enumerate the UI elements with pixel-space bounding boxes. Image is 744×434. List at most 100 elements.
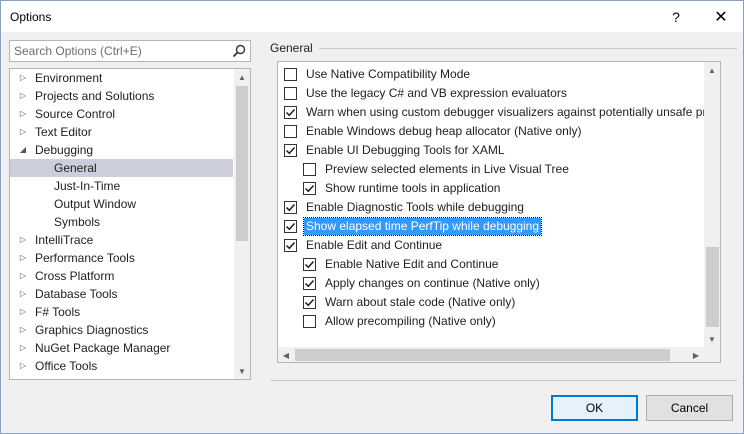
checkbox-checked[interactable] bbox=[303, 182, 316, 195]
expand-arrow-icon[interactable]: ▷ bbox=[18, 249, 28, 267]
expand-arrow-icon[interactable]: ▷ bbox=[18, 375, 28, 379]
option-label[interactable]: Use the legacy C# and VB expression eval… bbox=[304, 85, 569, 102]
search-icon[interactable] bbox=[231, 43, 247, 59]
option-row[interactable]: Allow precompiling (Native only) bbox=[303, 312, 498, 331]
option-row[interactable]: Show runtime tools in application bbox=[303, 179, 502, 198]
checkbox-unchecked[interactable] bbox=[284, 87, 297, 100]
collapse-arrow-icon[interactable]: ◢ bbox=[18, 141, 28, 159]
tree-item[interactable]: Output Window bbox=[10, 195, 233, 213]
checkbox-unchecked[interactable] bbox=[284, 68, 297, 81]
option-label[interactable]: Preview selected elements in Live Visual… bbox=[323, 161, 571, 178]
title-bar[interactable]: Options ? ✕ bbox=[1, 1, 743, 32]
tree-item[interactable]: ▷ Text Editor bbox=[10, 123, 233, 141]
option-label[interactable]: Warn about stale code (Native only) bbox=[323, 294, 517, 311]
expand-arrow-icon[interactable]: ▷ bbox=[18, 123, 28, 141]
option-label[interactable]: Allow precompiling (Native only) bbox=[323, 313, 498, 330]
tree-item[interactable]: ▷ Database Tools bbox=[10, 285, 233, 303]
section-divider bbox=[319, 48, 737, 49]
option-label[interactable]: Enable Diagnostic Tools while debugging bbox=[304, 199, 526, 216]
tree-item[interactable]: ▷ NuGet Package Manager bbox=[10, 339, 233, 357]
options-horizontal-scrollbar[interactable]: ◀ ▶ bbox=[278, 347, 704, 362]
tree-item[interactable]: ▷ Projects and Solutions bbox=[10, 87, 233, 105]
expand-arrow-icon[interactable]: ▷ bbox=[18, 339, 28, 357]
option-row[interactable]: Apply changes on continue (Native only) bbox=[303, 274, 542, 293]
checkbox-unchecked[interactable] bbox=[303, 315, 316, 328]
cancel-button[interactable]: Cancel bbox=[646, 395, 733, 421]
option-row[interactable]: Use Native Compatibility Mode bbox=[284, 65, 472, 84]
option-label[interactable]: Use Native Compatibility Mode bbox=[304, 66, 472, 83]
tree-item[interactable]: ▷ IntelliTrace bbox=[10, 231, 233, 249]
scroll-thumb[interactable] bbox=[295, 349, 670, 361]
option-row[interactable]: Enable UI Debugging Tools for XAML bbox=[284, 141, 507, 160]
option-label[interactable]: Enable Native Edit and Continue bbox=[323, 256, 500, 273]
scroll-down-icon[interactable]: ▼ bbox=[234, 363, 250, 379]
tree-item[interactable]: ▷ Environment bbox=[10, 69, 233, 87]
option-row[interactable]: Warn when using custom debugger visualiz… bbox=[284, 103, 715, 122]
option-label[interactable]: Enable UI Debugging Tools for XAML bbox=[304, 142, 507, 159]
scroll-up-icon[interactable]: ▲ bbox=[704, 62, 720, 78]
expand-arrow-icon[interactable]: ▷ bbox=[18, 69, 28, 87]
checkbox-checked[interactable] bbox=[303, 277, 316, 290]
option-label[interactable]: Warn when using custom debugger visualiz… bbox=[304, 104, 715, 121]
scroll-thumb[interactable] bbox=[706, 247, 719, 327]
checkbox-checked[interactable] bbox=[284, 201, 297, 214]
help-button[interactable]: ? bbox=[653, 1, 699, 32]
option-label[interactable]: Show runtime tools in application bbox=[323, 180, 502, 197]
checkbox-checked[interactable] bbox=[284, 144, 297, 157]
checkbox-unchecked[interactable] bbox=[303, 163, 316, 176]
tree-item[interactable]: ▷ PowerShell Tools bbox=[10, 375, 233, 379]
checkbox-checked[interactable] bbox=[284, 239, 297, 252]
tree-item[interactable]: ▷ Office Tools bbox=[10, 357, 233, 375]
option-label[interactable]: Show elapsed time PerfTip while debuggin… bbox=[302, 217, 543, 236]
ok-button[interactable]: OK bbox=[551, 395, 638, 421]
tree-item[interactable]: ▷ Cross Platform bbox=[10, 267, 233, 285]
close-button[interactable]: ✕ bbox=[698, 1, 744, 32]
expand-arrow-icon[interactable]: ▷ bbox=[18, 231, 28, 249]
expand-arrow-icon[interactable]: ▷ bbox=[18, 321, 28, 339]
checkbox-checked[interactable] bbox=[284, 220, 297, 233]
options-tree: ▷ Environment ▷ Projects and Solutions ▷ Sour… bbox=[9, 68, 251, 380]
scroll-left-icon[interactable]: ◀ bbox=[278, 347, 294, 362]
tree-item[interactable]: ▷ Source Control bbox=[10, 105, 233, 123]
checkbox-checked[interactable] bbox=[284, 106, 297, 119]
option-row[interactable]: Enable Diagnostic Tools while debugging bbox=[284, 198, 526, 217]
tree-item[interactable]: Just-In-Time bbox=[10, 177, 233, 195]
checkbox-checked[interactable] bbox=[303, 258, 316, 271]
tree-item-label: Source Control bbox=[35, 107, 116, 121]
expand-arrow-icon[interactable]: ▷ bbox=[18, 87, 28, 105]
tree-item[interactable]: General bbox=[10, 159, 233, 177]
tree-vertical-scrollbar[interactable]: ▲ ▼ bbox=[234, 69, 250, 379]
expand-arrow-icon[interactable]: ▷ bbox=[18, 357, 28, 375]
search-input[interactable] bbox=[10, 41, 220, 61]
scroll-right-icon[interactable]: ▶ bbox=[688, 347, 704, 362]
option-label[interactable]: Enable Edit and Continue bbox=[304, 237, 444, 254]
option-row[interactable]: Enable Windows debug heap allocator (Nat… bbox=[284, 122, 584, 141]
option-row[interactable]: Warn about stale code (Native only) bbox=[303, 293, 517, 312]
scroll-thumb[interactable] bbox=[236, 86, 248, 241]
options-vertical-scrollbar[interactable]: ▲ ▼ bbox=[704, 62, 720, 347]
tree-item-label: Debugging bbox=[35, 143, 94, 157]
expand-arrow-icon[interactable]: ▷ bbox=[18, 105, 28, 123]
option-row[interactable]: Use the legacy C# and VB expression eval… bbox=[284, 84, 569, 103]
option-label[interactable]: Enable Windows debug heap allocator (Nat… bbox=[304, 123, 584, 140]
tree-item[interactable]: ▷ Performance Tools bbox=[10, 249, 233, 267]
checkbox-checked[interactable] bbox=[303, 296, 316, 309]
scroll-down-icon[interactable]: ▼ bbox=[704, 331, 720, 347]
expand-arrow-icon[interactable]: ▷ bbox=[18, 267, 28, 285]
option-row[interactable]: Preview selected elements in Live Visual… bbox=[303, 160, 571, 179]
tree-item-label: Office Tools bbox=[35, 359, 98, 373]
scroll-up-icon[interactable]: ▲ bbox=[234, 69, 250, 85]
tree-item[interactable]: Symbols bbox=[10, 213, 233, 231]
tree-item[interactable]: ▷ F# Tools bbox=[10, 303, 233, 321]
option-row[interactable]: Show elapsed time PerfTip while debuggin… bbox=[284, 217, 543, 236]
expand-arrow-icon[interactable]: ▷ bbox=[18, 303, 28, 321]
tree-item-label: Environment bbox=[35, 71, 103, 85]
expand-arrow-icon[interactable]: ▷ bbox=[18, 285, 28, 303]
option-label[interactable]: Apply changes on continue (Native only) bbox=[323, 275, 542, 292]
window-title: Options bbox=[10, 10, 52, 24]
option-row[interactable]: Enable Native Edit and Continue bbox=[303, 255, 500, 274]
tree-item[interactable]: ▷ Graphics Diagnostics bbox=[10, 321, 233, 339]
checkbox-unchecked[interactable] bbox=[284, 125, 297, 138]
option-row[interactable]: Enable Edit and Continue bbox=[284, 236, 444, 255]
tree-item[interactable]: ◢ Debugging bbox=[10, 141, 233, 159]
